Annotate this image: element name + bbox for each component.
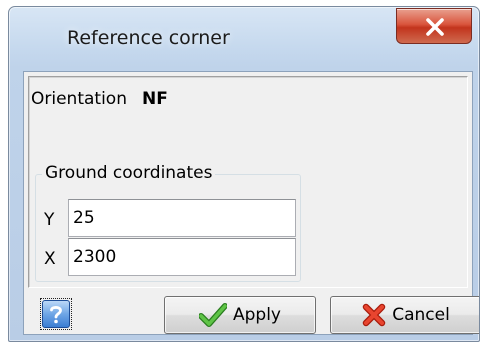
y-coordinate-input[interactable] — [68, 199, 296, 237]
orientation-label: Orientation — [31, 89, 127, 109]
close-button[interactable] — [396, 8, 472, 44]
red-x-icon — [362, 303, 386, 327]
title-bar[interactable]: Reference corner — [9, 7, 479, 65]
cancel-button-label: Cancel — [392, 305, 450, 325]
apply-button[interactable]: Apply — [164, 296, 316, 334]
x-coordinate-input[interactable] — [68, 238, 296, 276]
dialog-client-area: Orientation NF Ground coordinates Y X — [23, 71, 479, 335]
x-label: X — [44, 249, 56, 269]
help-icon — [42, 300, 70, 328]
dialog-window: Reference corner Orientation NF Ground c… — [8, 6, 480, 342]
help-button[interactable] — [40, 298, 72, 330]
close-icon — [426, 18, 444, 36]
window-title: Reference corner — [67, 27, 230, 49]
orientation-value: NF — [142, 89, 168, 109]
ground-coordinates-group: Ground coordinates Y X — [35, 163, 301, 282]
cancel-button[interactable]: Cancel — [330, 296, 479, 334]
y-label: Y — [44, 210, 55, 230]
apply-button-label: Apply — [233, 305, 281, 325]
checkmark-icon — [199, 303, 227, 327]
ground-coordinates-title: Ground coordinates — [42, 163, 216, 183]
content-panel: Orientation NF Ground coordinates Y X — [28, 76, 468, 288]
